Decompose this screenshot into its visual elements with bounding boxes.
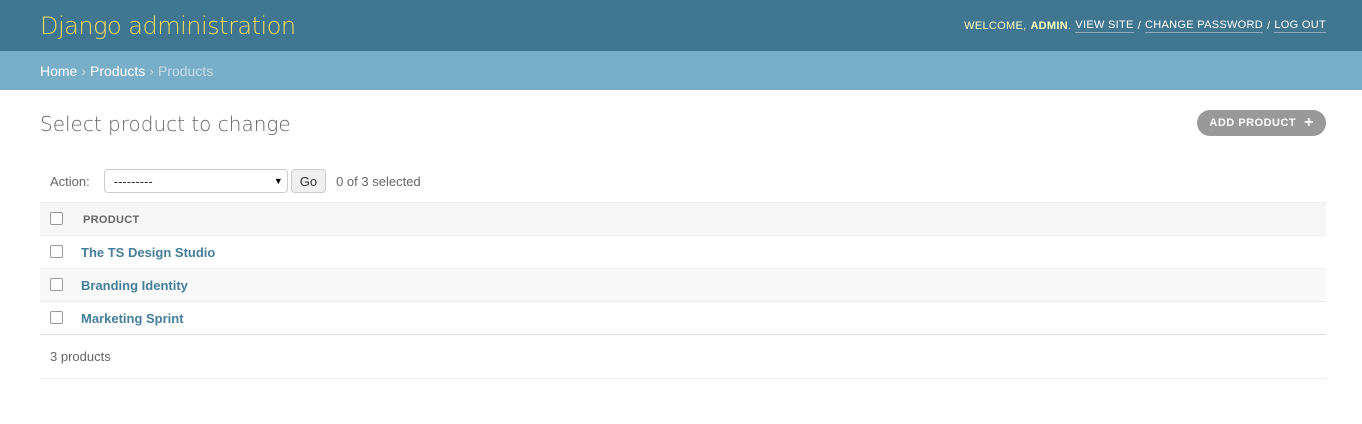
welcome-text: Welcome, bbox=[964, 19, 1027, 32]
table-header-row: Product bbox=[40, 202, 1326, 236]
main-content: Select product to change Add product + A… bbox=[0, 90, 1362, 379]
breadcrumb-current: Products bbox=[157, 62, 214, 79]
results-table: Product The TS Design Studio Branding Id… bbox=[40, 202, 1326, 335]
breadcrumb: Home › Products › Products bbox=[0, 51, 1362, 90]
action-label: Action: bbox=[50, 173, 90, 189]
view-site-link[interactable]: View site bbox=[1075, 19, 1134, 33]
action-select-value: --------- bbox=[113, 173, 153, 189]
breadcrumb-app[interactable]: Products bbox=[90, 63, 145, 79]
site-branding[interactable]: Django administration bbox=[40, 12, 296, 40]
row-checkbox[interactable] bbox=[50, 310, 63, 324]
product-link[interactable]: Marketing Sprint bbox=[81, 311, 184, 326]
breadcrumb-home[interactable]: Home bbox=[40, 63, 77, 79]
go-button[interactable]: Go bbox=[290, 169, 327, 193]
column-header-product[interactable]: Product bbox=[81, 203, 1326, 236]
selection-counter: 0 of 3 selected bbox=[336, 173, 421, 189]
select-all-checkbox[interactable] bbox=[50, 211, 63, 225]
table-row: Marketing Sprint bbox=[40, 301, 1326, 335]
breadcrumb-separator: › bbox=[149, 62, 154, 79]
caret-down-icon: ▼ bbox=[273, 176, 283, 186]
breadcrumb-separator: › bbox=[81, 62, 87, 79]
separator: / bbox=[1137, 19, 1142, 32]
change-password-link[interactable]: Change password bbox=[1145, 19, 1264, 33]
table-row: The TS Design Studio bbox=[40, 235, 1326, 269]
add-product-label: Add product bbox=[1209, 117, 1297, 129]
title-row: Select product to change Add product + bbox=[40, 90, 1326, 160]
actions-bar: Action: --------- ▼ Go 0 of 3 selected bbox=[40, 160, 1326, 202]
user-tools: Welcome, admin. View site / Change passw… bbox=[964, 18, 1326, 33]
table-row: Branding Identity bbox=[40, 268, 1326, 302]
action-select[interactable]: --------- ▼ bbox=[103, 169, 288, 193]
row-checkbox[interactable] bbox=[50, 277, 63, 291]
add-product-button[interactable]: Add product + bbox=[1197, 110, 1326, 136]
separator: / bbox=[1267, 19, 1271, 32]
plus-icon: + bbox=[1304, 114, 1314, 131]
username: admin bbox=[1030, 19, 1068, 32]
paginator: 3 products bbox=[40, 335, 1326, 379]
product-link[interactable]: The TS Design Studio bbox=[81, 245, 215, 260]
header: Django administration Welcome, admin. Vi… bbox=[0, 0, 1362, 51]
row-checkbox[interactable] bbox=[50, 244, 63, 258]
product-link[interactable]: Branding Identity bbox=[81, 278, 188, 293]
log-out-link[interactable]: Log out bbox=[1274, 19, 1326, 33]
page-title: Select product to change bbox=[40, 112, 291, 136]
